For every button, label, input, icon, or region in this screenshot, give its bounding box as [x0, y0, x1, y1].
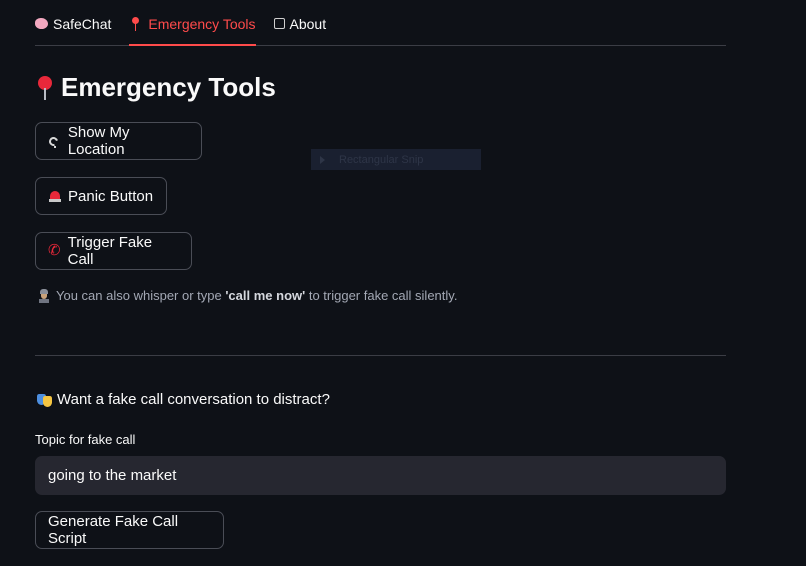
tab-label: SafeChat [53, 15, 112, 32]
trigger-fake-call-button[interactable]: ✆ Trigger Fake Call [35, 232, 192, 270]
fake-call-question: Want a fake call conversation to distrac… [37, 391, 330, 408]
tab-safechat[interactable]: SafeChat [35, 0, 111, 45]
topic-field-label: Topic for fake call [35, 432, 136, 447]
tab-label: About [289, 15, 327, 32]
telephone-icon: ✆ [48, 242, 61, 259]
theater-masks-icon [37, 393, 52, 407]
question-text: Want a fake call conversation to distrac… [57, 391, 330, 408]
siren-icon [48, 189, 62, 203]
hint-text: You can also whisper or type 'call me no… [56, 288, 458, 303]
page-title: Emergency Tools [35, 72, 276, 103]
panic-button[interactable]: Panic Button [35, 177, 167, 215]
topic-input[interactable] [35, 456, 726, 495]
snip-overlay[interactable]: Rectangular Snip [311, 149, 481, 170]
pin-icon [129, 16, 143, 31]
app-page: SafeChat Emergency Tools About Emergency… [0, 0, 806, 566]
button-label: Generate Fake Call Script [48, 513, 179, 547]
satellite-dish-icon [47, 134, 62, 148]
play-icon [320, 155, 325, 164]
tab-emergency-tools[interactable]: Emergency Tools [129, 0, 256, 46]
tab-label: Emergency Tools [148, 15, 256, 32]
info-icon [273, 18, 285, 29]
button-label: Trigger Fake Call [67, 234, 153, 268]
snip-label: Rectangular Snip [339, 153, 424, 166]
page-title-text: Emergency Tools [61, 72, 276, 102]
button-label: Show My Location [67, 124, 130, 158]
show-location-button[interactable]: Show My Location [35, 122, 202, 160]
detective-icon [37, 288, 51, 303]
button-label: Panic Button [68, 187, 154, 205]
brain-icon [35, 18, 48, 29]
whisper-hint: You can also whisper or type 'call me no… [37, 288, 457, 303]
pushpin-icon [35, 74, 55, 102]
tab-bar: SafeChat Emergency Tools About [35, 0, 726, 46]
generate-script-button[interactable]: Generate Fake Call Script [35, 511, 224, 549]
section-divider [35, 355, 726, 356]
tab-about[interactable]: About [273, 0, 327, 45]
